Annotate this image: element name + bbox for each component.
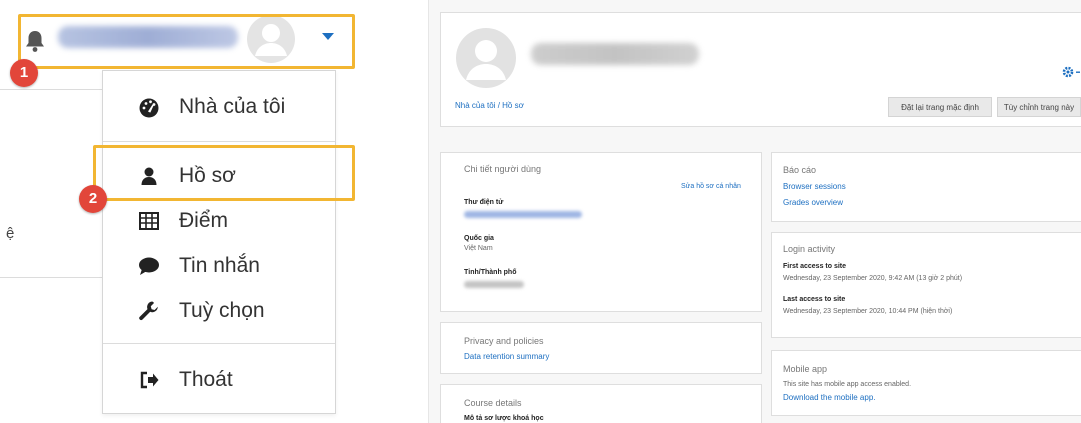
sign-out-icon [137,368,161,392]
dashboard-icon [137,95,161,119]
user-menu-panel: ệ Nhà của tôi Hồ sơ Điểm Tin nhắn Tuỳ ch… [0,0,380,423]
city-label: Tỉnh/Thành phố [464,269,517,276]
divider [103,141,335,142]
menu-item-grades[interactable]: Điểm [103,201,335,241]
card-title: Login activity [783,244,836,254]
card-title: Chi tiết người dùng [464,164,541,174]
card-title: Báo cáo [783,165,817,175]
divider [103,343,335,344]
highlight-profile-item [93,145,355,201]
menu-item-label: Thoát [179,368,233,391]
gear-icon[interactable] [1062,65,1081,83]
step-badge: 1 [10,59,38,87]
email-label: Thư điện tử [464,199,504,206]
menu-item-preferences[interactable]: Tuỳ chọn [103,291,335,331]
browser-sessions-link[interactable]: Browser sessions [783,182,846,191]
reset-page-button[interactable]: Đặt lại trang mặc định [888,97,992,117]
country-label: Quốc gia [464,235,494,242]
highlight-user-menu-toggle [18,14,355,69]
download-mobile-app-link[interactable]: Download the mobile app. [783,393,876,402]
blurred-email[interactable] [464,211,582,218]
customize-page-button[interactable]: Tùy chỉnh trang này [997,97,1081,117]
data-retention-link[interactable]: Data retention summary [464,352,549,361]
blurred-user-name [531,43,699,65]
user-details-card: Chi tiết người dùng Sửa hồ sơ cá nhân Th… [440,152,762,312]
breadcrumb[interactable]: Nhà của tôi / Hồ sơ [455,101,524,110]
country-value: Việt Nam [464,245,493,252]
first-access-label: First access to site [783,263,847,270]
user-dropdown-menu: Nhà của tôi Hồ sơ Điểm Tin nhắn Tuỳ chọn… [102,70,336,414]
menu-item-logout[interactable]: Thoát [103,360,335,400]
first-access-value: Wednesday, 23 September 2020, 9:42 AM (1… [783,275,963,282]
mobile-app-card: Mobile app This site has mobile app acce… [771,350,1081,416]
card-title: Mobile app [783,364,828,374]
edit-profile-link[interactable]: Sửa hồ sơ cá nhân [681,183,741,190]
card-title: Privacy and policies [464,336,544,346]
last-access-label: Last access to site [783,296,846,303]
avatar [455,27,517,89]
divider [0,89,102,90]
menu-item-label: Tuỳ chọn [179,299,265,322]
step-badge: 2 [79,185,107,213]
mobile-app-text: This site has mobile app access enabled. [783,381,912,388]
table-grid-icon [137,209,161,233]
menu-item-messages[interactable]: Tin nhắn [103,246,335,286]
divider [0,277,102,278]
wrench-icon [137,299,161,323]
course-profile-label: Mô tả sơ lược khoá học [464,415,544,422]
chat-bubble-icon [137,254,161,278]
card-title: Course details [464,398,522,408]
menu-item-label: Tin nhắn [179,254,260,277]
page-header: Nhà của tôi / Hồ sơ Đặt lại trang mặc đị… [440,12,1081,127]
course-details-card: Course details Mô tả sơ lược khoá học [440,384,762,423]
profile-page-panel: Nhà của tôi / Hồ sơ Đặt lại trang mặc đị… [428,0,1081,423]
menu-item-dashboard[interactable]: Nhà của tôi [103,87,335,127]
last-access-value: Wednesday, 23 September 2020, 10:44 PM (… [783,308,953,315]
menu-item-label: Điểm [179,209,229,232]
reports-card: Báo cáo Browser sessions Grades overview [771,152,1081,222]
login-activity-card: Login activity First access to site Wedn… [771,232,1081,338]
grades-overview-link[interactable]: Grades overview [783,198,843,207]
menu-item-label: Nhà của tôi [179,95,286,118]
privacy-card: Privacy and policies Data retention summ… [440,322,762,374]
clipped-text: ệ [6,225,15,242]
blurred-city [464,281,524,288]
